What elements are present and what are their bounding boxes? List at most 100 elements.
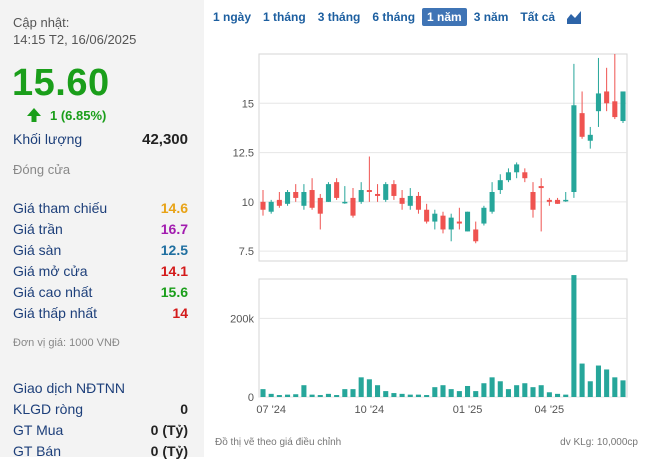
x-tick-label: 07 '24 <box>256 404 286 416</box>
candle-body <box>440 215 446 230</box>
candle-body <box>604 91 610 104</box>
candle-body <box>375 193 381 196</box>
candle-body <box>530 192 536 210</box>
candle-body <box>358 190 364 202</box>
volume-bar <box>555 393 561 397</box>
volume-bar <box>415 394 421 397</box>
candle-body <box>317 197 323 214</box>
candle-body <box>415 195 421 210</box>
volume-bar <box>620 380 626 397</box>
candle-body <box>579 113 585 137</box>
price-tick-label: 7.5 <box>239 246 254 258</box>
volume-bar <box>260 389 266 397</box>
volume-tick-label: 0 <box>248 392 254 404</box>
volume-bar <box>301 385 307 397</box>
volume-bar <box>587 381 593 397</box>
volume-bar <box>309 394 315 397</box>
volume-bar <box>522 383 528 397</box>
volume-bar <box>563 394 569 397</box>
candle-body <box>481 207 487 224</box>
candle-body <box>612 101 618 118</box>
candle-body <box>424 209 430 222</box>
candle-body <box>260 201 266 210</box>
candle-body <box>350 197 356 216</box>
volume-bar <box>497 381 503 397</box>
volume-bar <box>342 389 348 397</box>
volume-bar <box>399 393 405 397</box>
candle-body <box>293 192 299 198</box>
volume-tick-label: 200k <box>230 313 254 325</box>
volume-bar <box>530 387 536 397</box>
volume-unit-note: dv KLg: 10,000cp <box>560 437 638 448</box>
candle-body <box>587 134 593 141</box>
volume-bar <box>514 385 520 397</box>
volume-bar <box>383 391 389 397</box>
volume-bar <box>407 394 413 397</box>
volume-bar <box>440 385 446 397</box>
x-tick-label: 04 '25 <box>535 404 565 416</box>
volume-bar <box>579 363 585 397</box>
candle-body <box>309 190 315 208</box>
volume-bar <box>505 389 511 397</box>
volume-bar <box>285 394 291 397</box>
candle-body <box>563 199 569 202</box>
volume-bar <box>604 369 610 397</box>
adjusted-price-note: Đồ thị vẽ theo giá điều chỉnh <box>215 437 342 448</box>
candle-body <box>334 182 340 198</box>
volume-bar <box>325 393 331 397</box>
candle-body <box>456 221 462 224</box>
price-tick-label: 10 <box>242 197 254 209</box>
volume-bar <box>473 391 479 397</box>
candle-body <box>595 93 601 112</box>
candle-body <box>366 190 372 192</box>
candle-body <box>268 201 274 212</box>
volume-bar <box>375 385 381 397</box>
candle-body <box>276 199 282 206</box>
volume-bar <box>350 389 356 397</box>
volume-bar <box>334 395 340 397</box>
candle-body <box>391 184 397 196</box>
x-tick-label: 10 '24 <box>355 404 385 416</box>
volume-bar <box>268 393 274 397</box>
candle-body <box>571 105 577 192</box>
candle-body <box>301 192 307 206</box>
candle-body <box>432 213 438 222</box>
candle-body <box>407 195 413 206</box>
candle-body <box>555 199 561 204</box>
candle-body <box>383 184 389 200</box>
volume-bar <box>293 394 299 397</box>
volume-bar <box>366 379 372 397</box>
candle-body <box>399 197 405 204</box>
price-tick-label: 12.5 <box>233 148 254 160</box>
volume-bar <box>546 392 552 397</box>
stock-chart: 15 12.5 10 7.5 200k 007 '24 10 '24 01 '25 04 '25 <box>230 53 628 416</box>
candle-body <box>448 217 454 230</box>
volume-bar <box>465 385 471 397</box>
candle-body <box>522 172 528 179</box>
volume-bar <box>595 365 601 397</box>
x-tick-label: 01 '25 <box>453 404 483 416</box>
volume-bar <box>432 387 438 397</box>
candle-body <box>505 172 511 181</box>
volume-bar <box>612 377 618 397</box>
volume-bar <box>358 377 364 397</box>
candle-body <box>514 164 520 173</box>
volume-bar <box>538 385 544 397</box>
candle-body <box>325 184 331 202</box>
candle-body <box>285 192 291 204</box>
candle-body <box>538 186 544 189</box>
candle-body <box>497 180 503 191</box>
volume-bar <box>317 395 323 397</box>
candle-body <box>342 201 348 204</box>
candle-body <box>473 229 479 242</box>
volume-bar <box>489 377 495 397</box>
candle-body <box>620 91 626 122</box>
volume-bar <box>571 275 577 397</box>
volume-bar <box>391 393 397 397</box>
volume-bar <box>448 389 454 397</box>
volume-bar <box>456 391 462 397</box>
volume-bar <box>424 395 430 397</box>
volume-bar <box>276 395 282 397</box>
volume-bar <box>481 383 487 397</box>
candle-body <box>546 199 552 202</box>
